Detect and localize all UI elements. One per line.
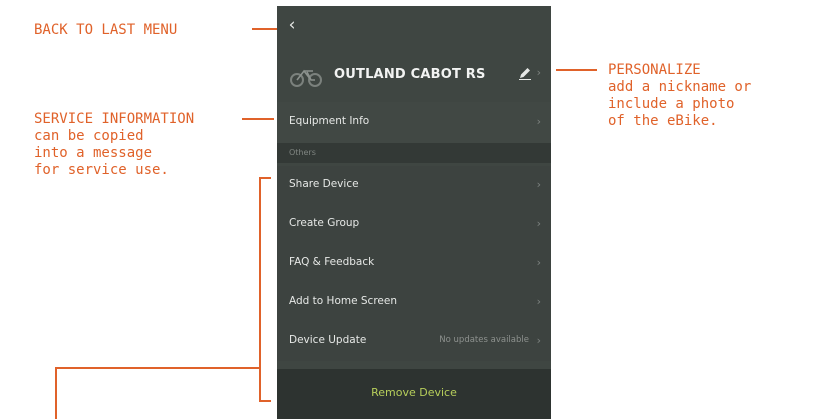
chevron-right-icon: ›: [536, 66, 541, 79]
menu-item-device-update[interactable]: Device Update No updates available ›: [277, 322, 551, 361]
bracket-bottom: [259, 400, 271, 402]
remove-device-label: Remove Device: [371, 386, 457, 399]
menu-item-label: Share Device: [289, 178, 359, 190]
menu-item-add-to-home-screen[interactable]: Add to Home Screen ›: [277, 283, 551, 322]
annotation-personalize-desc: add a nickname or include a photo of the…: [608, 79, 752, 129]
chevron-right-icon: ›: [536, 334, 541, 347]
section-label: Others: [289, 148, 316, 157]
menu-item-create-group[interactable]: Create Group ›: [277, 205, 551, 244]
chevron-right-icon: ›: [536, 178, 541, 191]
phone-screen: ‹ OUTLAND CABOT RS › Equipment Info › Ot…: [277, 6, 551, 419]
chevron-right-icon: ›: [536, 295, 541, 308]
menu-item-label: Add to Home Screen: [289, 295, 397, 307]
bike-icon: [290, 69, 322, 87]
annotation-personalize-connector: [556, 69, 597, 71]
device-header[interactable]: OUTLAND CABOT RS ›: [277, 52, 551, 102]
section-header-others: Others: [277, 143, 551, 163]
chevron-left-icon: ‹: [288, 15, 296, 35]
annotation-personalize-title: PERSONALIZE: [608, 62, 701, 78]
bracket-connector-v: [55, 367, 57, 419]
menu-item-label: Equipment Info: [289, 115, 370, 127]
bracket-connector-h: [55, 367, 260, 369]
menu-item-label: FAQ & Feedback: [289, 256, 375, 268]
device-name: OUTLAND CABOT RS: [334, 67, 486, 82]
chevron-right-icon: ›: [536, 115, 541, 128]
menu-item-equipment-info[interactable]: Equipment Info ›: [277, 102, 551, 143]
menu-item-share-device[interactable]: Share Device ›: [277, 166, 551, 205]
bracket-top: [259, 177, 271, 179]
annotation-back: BACK TO LAST MENU: [34, 22, 178, 38]
chevron-right-icon: ›: [536, 217, 541, 230]
update-status: No updates available: [439, 335, 529, 345]
annotation-service-title: SERVICE INFORMATION: [34, 111, 195, 127]
menu-item-label: Create Group: [289, 217, 360, 229]
remove-device-button[interactable]: Remove Device: [277, 369, 551, 419]
chevron-right-icon: ›: [536, 256, 541, 269]
annotation-service-connector: [242, 118, 274, 120]
annotation-back-connector: [252, 28, 279, 30]
annotation-service-desc: can be copied into a message for service…: [34, 128, 169, 178]
menu-item-label: Device Update: [289, 334, 367, 346]
back-button[interactable]: ‹: [283, 16, 301, 34]
menu-item-faq-feedback[interactable]: FAQ & Feedback ›: [277, 244, 551, 283]
edit-icon[interactable]: [518, 66, 532, 80]
